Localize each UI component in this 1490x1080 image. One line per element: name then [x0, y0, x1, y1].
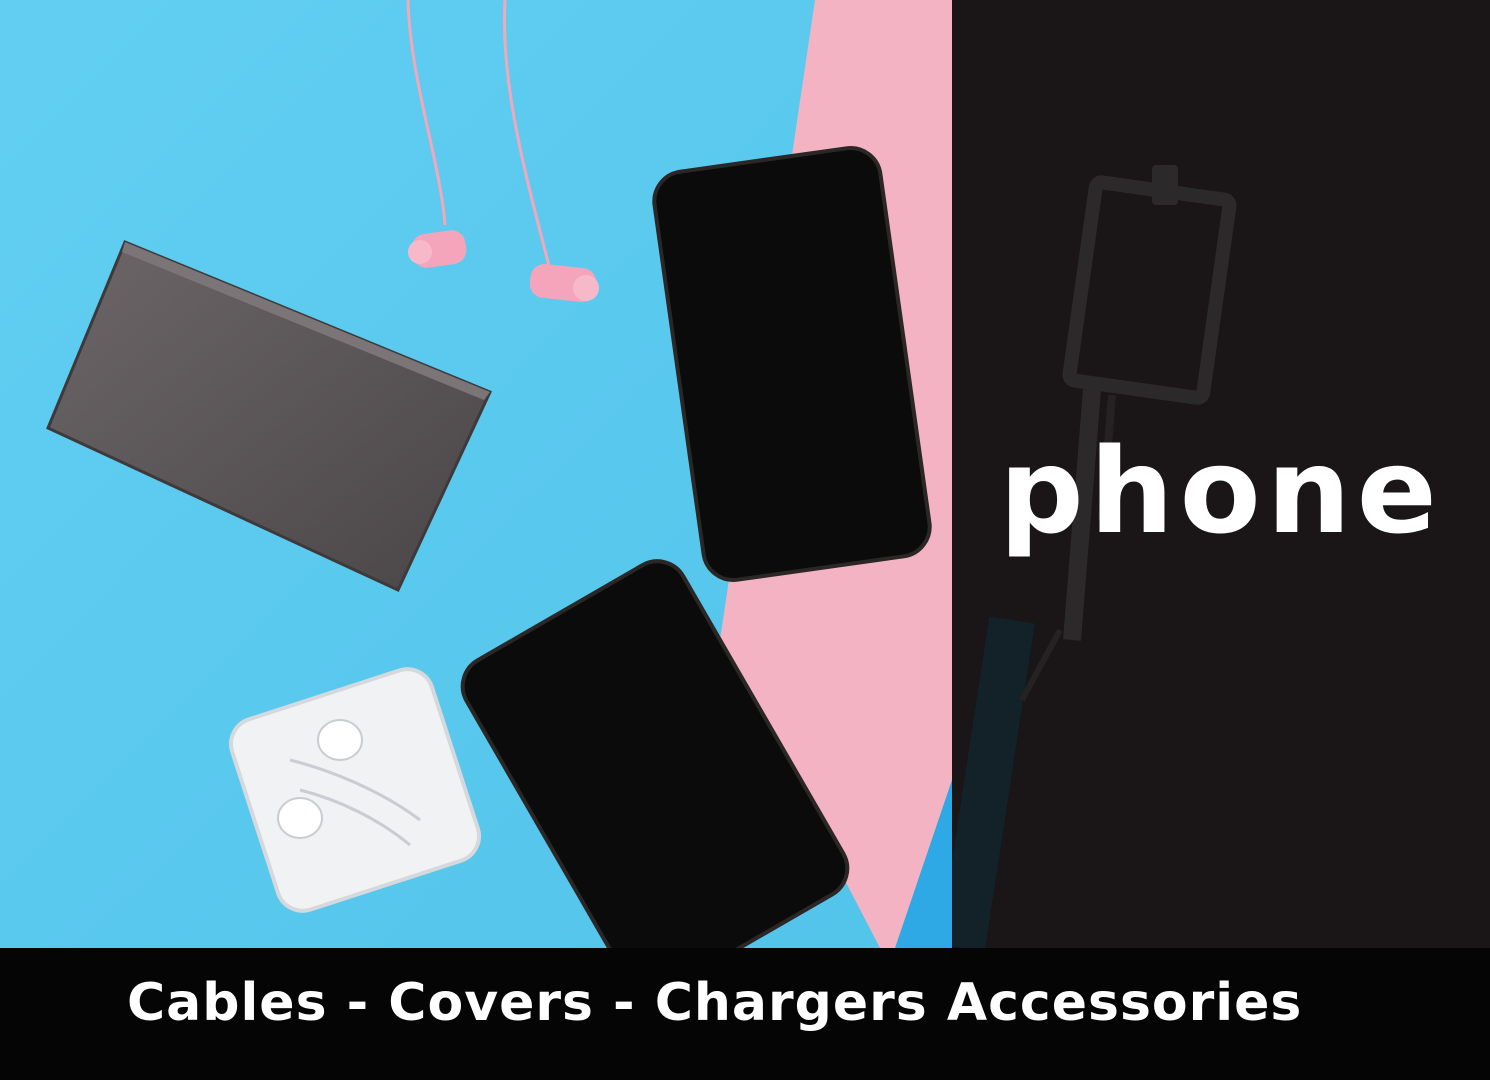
product-photo-illustration [0, 0, 952, 948]
caption-text: Cables - Covers - Chargers Accessories [127, 973, 1303, 1033]
dark-side-panel: phone [952, 0, 1490, 948]
product-photo [0, 0, 952, 948]
brand-word: phone [999, 422, 1443, 560]
banner-image: phone Cables - Covers - Chargers Accesso… [0, 0, 1490, 1080]
